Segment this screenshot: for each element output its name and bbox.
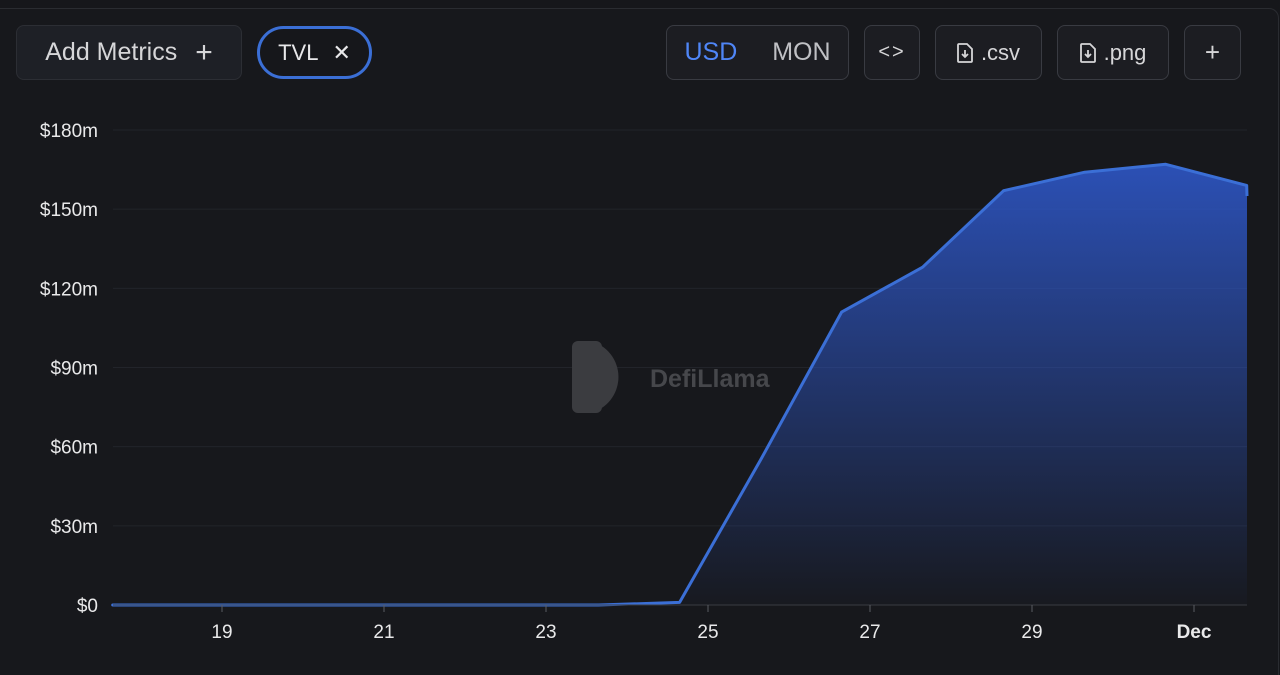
y-tick-label: $30m — [50, 517, 98, 538]
x-tick-label: Dec — [1177, 622, 1212, 643]
y-tick-label: $60m — [50, 438, 98, 459]
x-tick-label: 27 — [859, 622, 880, 643]
y-tick-label: $120m — [40, 279, 98, 300]
defillama-watermark: DefiLlama — [572, 341, 771, 413]
x-tick-label: 25 — [697, 622, 718, 643]
y-tick-label: $180m — [40, 121, 98, 142]
watermark-text: DefiLlama — [650, 365, 771, 393]
y-tick-label: $150m — [40, 200, 98, 221]
x-tick-label: 21 — [373, 622, 394, 643]
tvl-chart: DefiLlama $0$30m$60m$90m$120m$150m$180m … — [40, 121, 1249, 643]
x-tick-label: 29 — [1021, 622, 1042, 643]
x-tick-label: 23 — [535, 622, 556, 643]
y-tick-label: $0 — [77, 596, 98, 617]
watermark-logo-arc — [590, 341, 619, 413]
y-tick-label: $90m — [50, 359, 98, 380]
x-tick-label: 19 — [211, 622, 232, 643]
